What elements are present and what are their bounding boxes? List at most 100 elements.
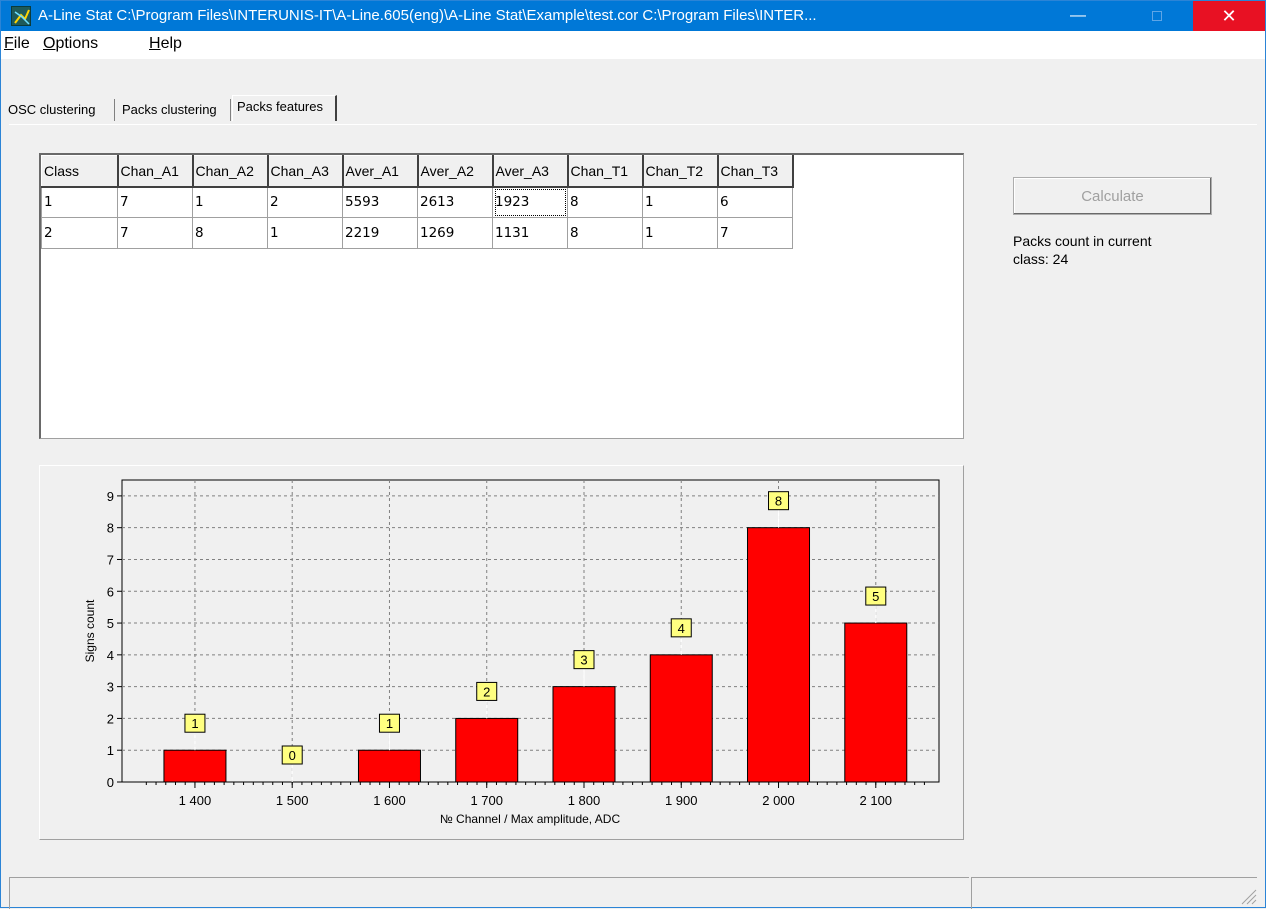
y-tick-label: 0 [107, 775, 114, 790]
table-cell[interactable]: 7 [117, 186, 193, 218]
menu-options-accel: O [43, 35, 56, 52]
status-panel-secondary [971, 877, 1257, 909]
menu-file-accel: F [4, 35, 14, 52]
bar [357, 749, 421, 783]
table-cell[interactable]: 1 [41, 186, 118, 218]
y-tick-label: 4 [107, 648, 114, 663]
table-cell[interactable]: 1 [642, 217, 718, 249]
col-header[interactable]: Aver_A3 [492, 155, 569, 188]
maximize-button[interactable] [1134, 1, 1180, 31]
bar [455, 717, 519, 783]
col-header[interactable]: Chan_T2 [642, 155, 719, 188]
menu-file[interactable]: File [4, 35, 30, 53]
tab-panel-edge [9, 124, 1257, 125]
y-tick-label: 5 [107, 616, 114, 631]
close-button[interactable]: ✕ [1193, 1, 1265, 31]
packs-count-label: Packs count in current class: 24 [1013, 232, 1203, 268]
bar [747, 527, 811, 783]
table-cell[interactable]: 1 [192, 186, 268, 218]
calculate-button[interactable]: Calculate [1013, 177, 1212, 215]
data-label: 0 [289, 748, 296, 763]
features-table: Class Chan_A1 Chan_A2 Chan_A3 Aver_A1 Av… [41, 155, 794, 249]
features-grid[interactable]: Class Chan_A1 Chan_A2 Chan_A3 Aver_A1 Av… [39, 153, 964, 439]
x-tick-label: 2 100 [860, 793, 893, 808]
table-cell[interactable]: 1 [267, 217, 343, 249]
x-tick-label: 2 000 [762, 793, 795, 808]
y-axis-title: Signs count [83, 599, 97, 662]
maximize-icon [1152, 11, 1162, 21]
col-header[interactable]: Class [41, 155, 119, 188]
table-row[interactable]: 2 7 8 1 2219 1269 1131 8 1 7 [41, 217, 793, 249]
table-cell[interactable]: 2 [267, 186, 343, 218]
x-tick-label: 1 900 [665, 793, 698, 808]
data-label: 2 [483, 684, 490, 699]
bar [844, 622, 908, 783]
table-cell[interactable]: 2613 [417, 186, 493, 218]
menu-options-rest: ptions [55, 35, 99, 52]
table-row[interactable]: 1 7 1 2 5593 2613 1923 8 1 6 [41, 186, 793, 218]
table-cell[interactable]: 8 [567, 186, 643, 218]
menu-help-rest: elp [160, 35, 182, 52]
col-header[interactable]: Chan_A1 [117, 155, 194, 188]
table-cell[interactable]: 2219 [342, 217, 418, 249]
table-cell[interactable]: 1 [642, 186, 718, 218]
tab-osc-clustering[interactable]: OSC clustering [4, 99, 115, 121]
tab-packs-clustering[interactable]: Packs clustering [118, 99, 231, 121]
histogram-chart: 1 0 1 2 3 4 8 5 0 1 2 3 4 5 6 7 8 9 1 400 1 500 1 600 1 700 1… [39, 465, 964, 840]
plot-area [121, 479, 940, 783]
data-label: 8 [775, 494, 782, 509]
col-header[interactable]: Chan_A2 [192, 155, 269, 188]
table-cell[interactable]: 2 [41, 217, 118, 249]
col-header[interactable]: Aver_A1 [342, 155, 419, 188]
y-tick-label: 2 [107, 711, 114, 726]
data-label: 1 [386, 716, 393, 731]
col-header[interactable]: Aver_A2 [417, 155, 494, 188]
table-cell[interactable]: 1269 [417, 217, 493, 249]
table-header-row: Class Chan_A1 Chan_A2 Chan_A3 Aver_A1 Av… [41, 155, 794, 188]
x-tick-label: 1 400 [179, 793, 212, 808]
col-header[interactable]: Chan_T1 [567, 155, 644, 188]
x-tick-label: 1 700 [470, 793, 503, 808]
table-cell[interactable]: 7 [717, 217, 793, 249]
table-cell-focused[interactable]: 1923 [492, 186, 568, 218]
table-cell[interactable]: 6 [717, 186, 793, 218]
data-label: 4 [678, 621, 685, 636]
title-bar[interactable]: A-Line Stat C:\Program Files\INTERUNIS-I… [1, 1, 1265, 31]
x-tick-label: 1 500 [276, 793, 309, 808]
bar [552, 686, 616, 783]
x-tick-label: 1 600 [373, 793, 406, 808]
x-axis-title: № Channel / Max amplitude, ADC [440, 812, 621, 826]
table-cell[interactable]: 5593 [342, 186, 418, 218]
data-label: 1 [191, 716, 198, 731]
packs-count-line2: class: 24 [1013, 251, 1069, 267]
bar [649, 654, 713, 783]
menu-bar: File Options Help [1, 31, 1265, 59]
window-title: A-Line Stat C:\Program Files\INTERUNIS-I… [38, 7, 817, 24]
table-cell[interactable]: 8 [192, 217, 268, 249]
bar [163, 749, 227, 783]
y-tick-label: 7 [107, 552, 114, 567]
table-cell[interactable]: 1131 [492, 217, 568, 249]
menu-options[interactable]: Options [43, 35, 98, 53]
packs-count-line1: Packs count in current [1013, 233, 1152, 249]
data-label: 3 [580, 653, 587, 668]
app-window: A-Line Stat C:\Program Files\INTERUNIS-I… [0, 0, 1266, 909]
status-bar [9, 877, 1257, 909]
x-tick-label: 1 800 [568, 793, 601, 808]
table-cell[interactable]: 8 [567, 217, 643, 249]
table-cell[interactable]: 7 [117, 217, 193, 249]
resize-grip-icon[interactable] [1239, 887, 1257, 905]
minimize-button[interactable]: — [1055, 1, 1101, 31]
data-label: 5 [872, 589, 879, 604]
menu-help[interactable]: Help [149, 35, 182, 53]
chart-svg: 1 0 1 2 3 4 8 5 0 1 2 3 4 5 6 7 8 9 1 400 1 500 1 600 1 700 1… [83, 479, 940, 826]
y-tick-label: 6 [107, 584, 114, 599]
col-header[interactable]: Chan_T3 [717, 155, 794, 188]
tab-packs-features[interactable]: Packs features [232, 95, 337, 121]
col-header[interactable]: Chan_A3 [267, 155, 344, 188]
y-tick-label: 8 [107, 521, 114, 536]
app-icon [11, 6, 31, 26]
menu-help-accel: H [149, 35, 161, 52]
y-tick-label: 9 [107, 489, 114, 504]
tab-strip: OSC clustering Packs clustering Packs fe… [1, 95, 1265, 127]
